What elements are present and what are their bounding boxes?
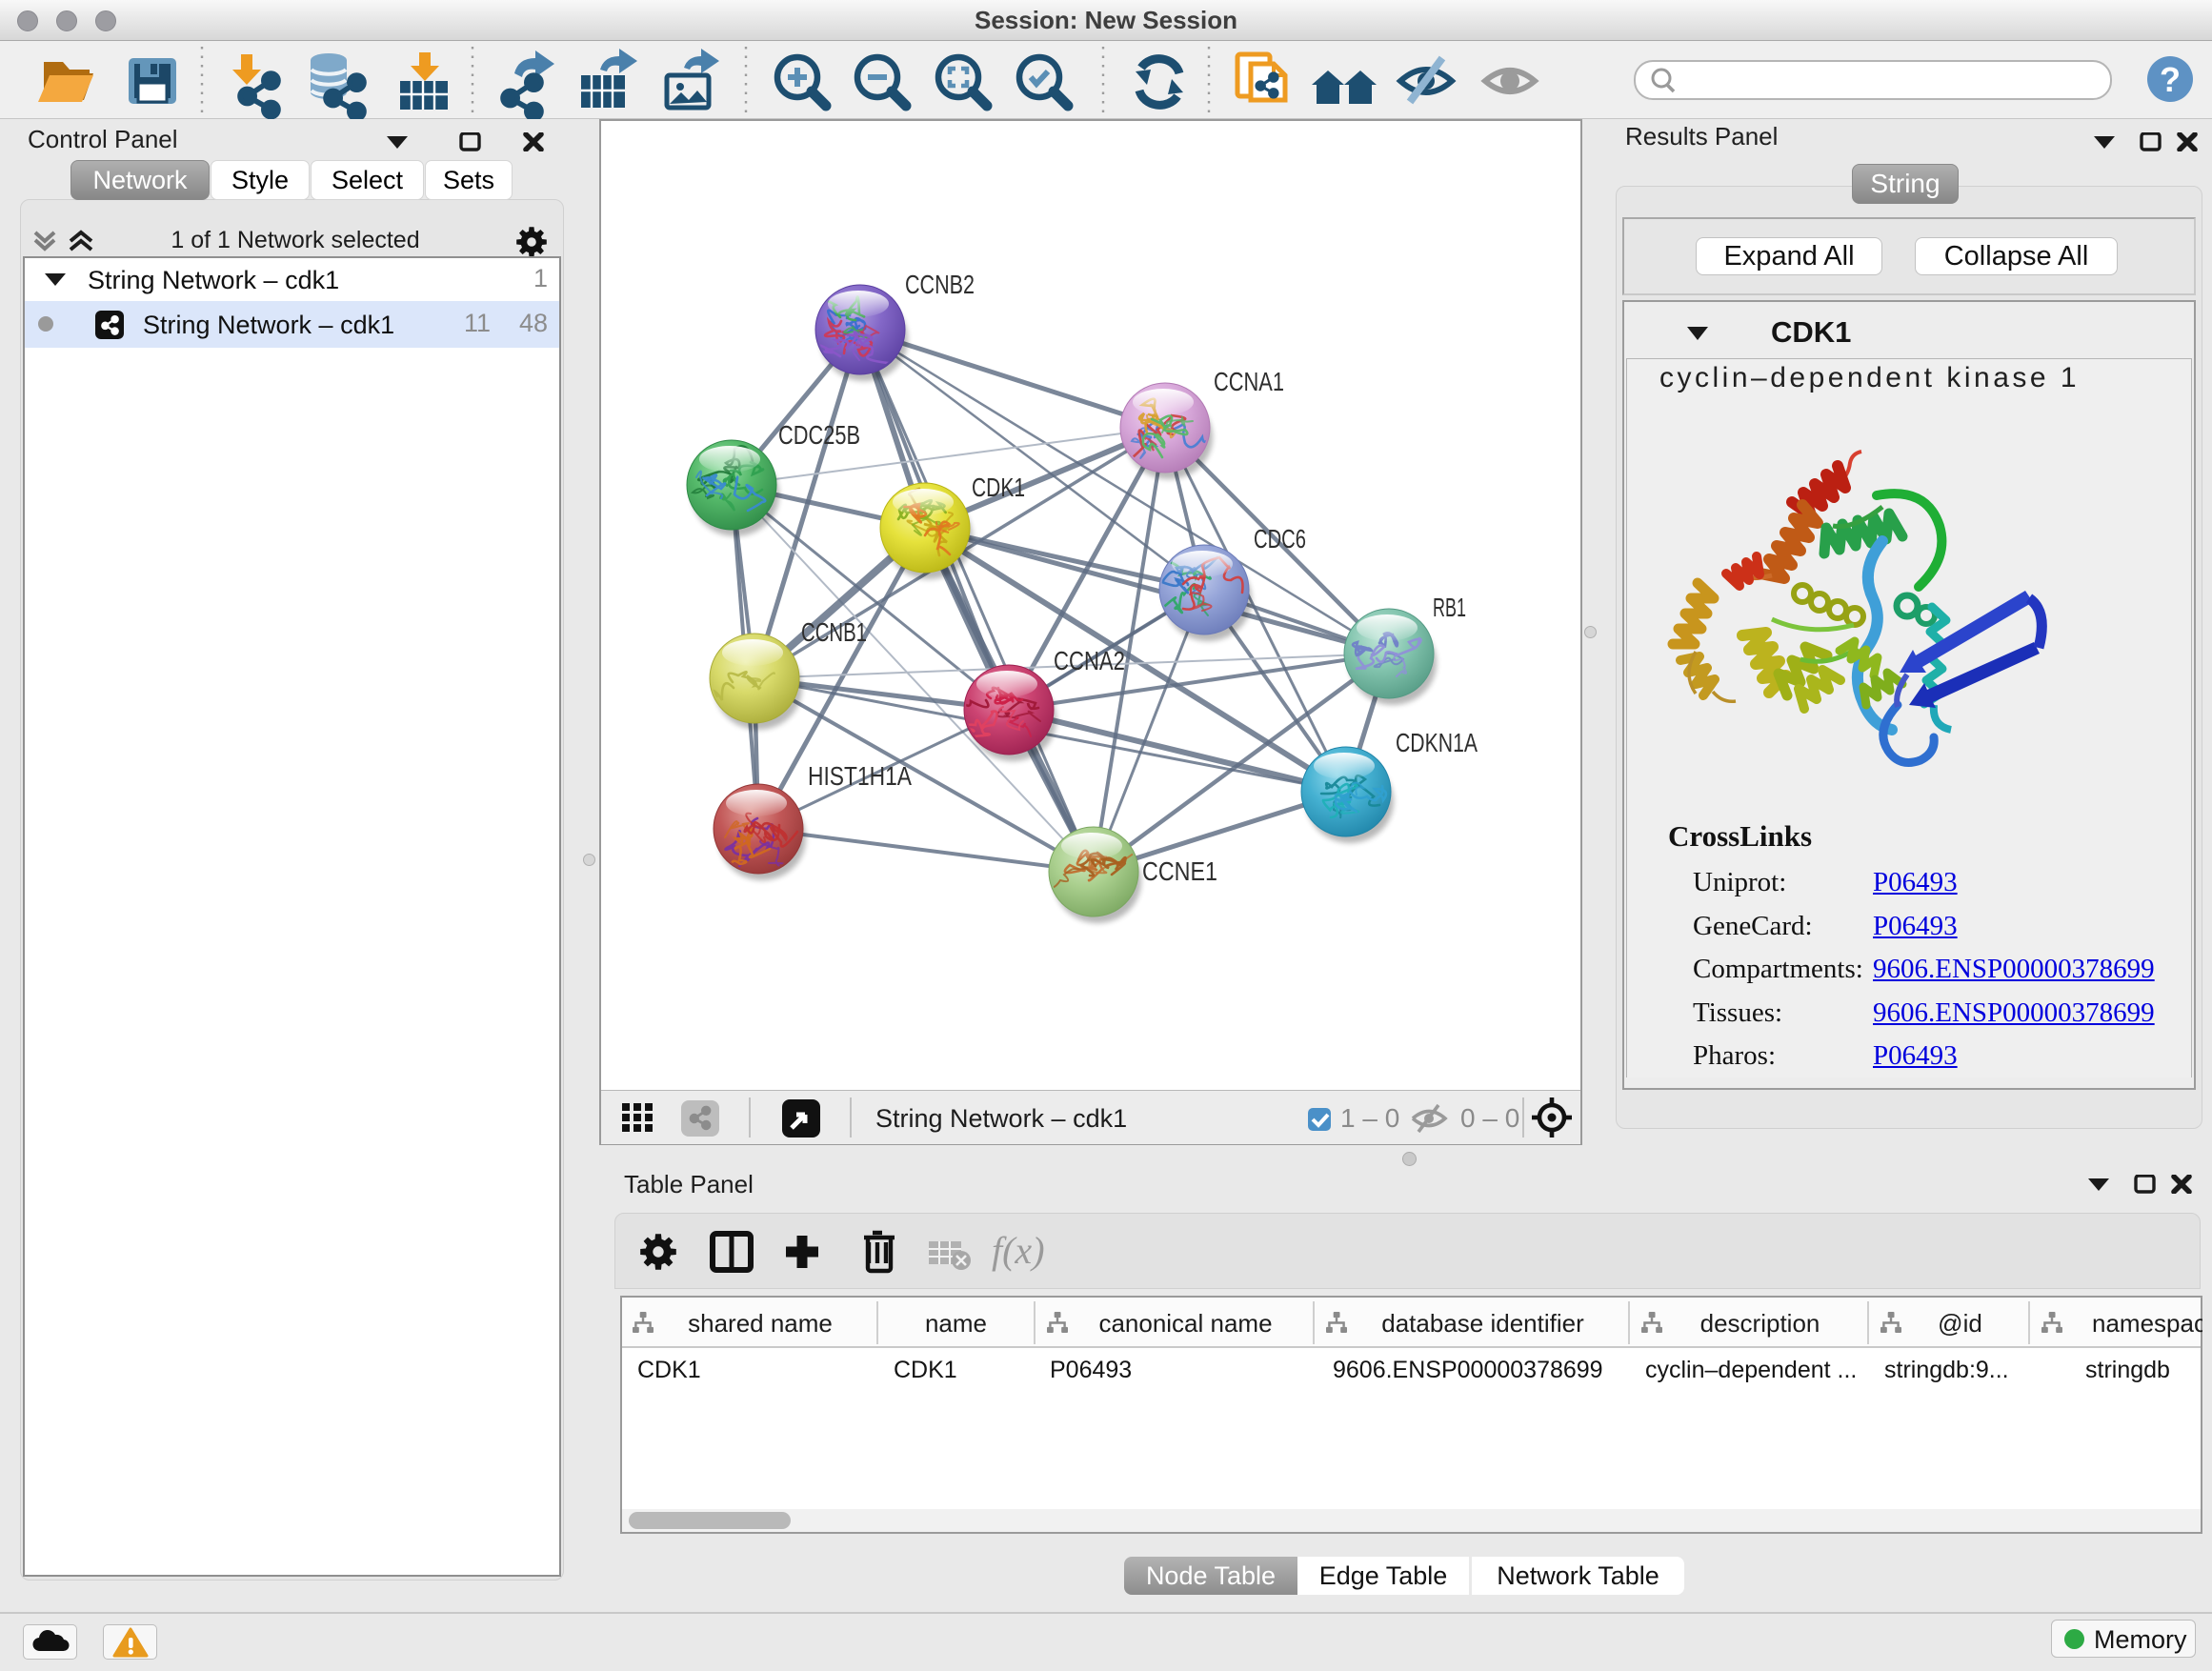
svg-text:canonical name: canonical name: [1098, 1309, 1272, 1338]
svg-text:CDC6: CDC6: [1254, 524, 1306, 554]
svg-text:database identifier: database identifier: [1381, 1309, 1584, 1338]
svg-text:shared name: shared name: [688, 1309, 833, 1338]
svg-text:name: name: [925, 1309, 987, 1338]
svg-text:CCNA2: CCNA2: [1054, 646, 1125, 675]
svg-text:CCNB1: CCNB1: [801, 617, 867, 647]
svg-text:?: ?: [2160, 60, 2181, 99]
svg-text:CCNE1: CCNE1: [1142, 856, 1217, 886]
svg-text:0 – 0: 0 – 0: [1460, 1103, 1519, 1133]
svg-text:HIST1H1A: HIST1H1A: [808, 761, 912, 791]
svg-text:CDC25B: CDC25B: [778, 420, 860, 450]
svg-text:f(x): f(x): [992, 1229, 1045, 1272]
svg-text:description: description: [1700, 1309, 1820, 1338]
svg-text:namespace: namespace: [2092, 1309, 2202, 1338]
svg-text:RB1: RB1: [1433, 593, 1466, 622]
svg-text:CDKN1A: CDKN1A: [1396, 728, 1478, 757]
svg-text:@id: @id: [1938, 1309, 1982, 1338]
svg-text:1 – 0: 1 – 0: [1340, 1103, 1399, 1133]
svg-text:String Network – cdk1: String Network – cdk1: [875, 1104, 1127, 1133]
svg-text:CCNB2: CCNB2: [905, 270, 975, 299]
svg-text:CDK1: CDK1: [972, 473, 1025, 502]
svg-text:CCNA1: CCNA1: [1214, 367, 1284, 396]
